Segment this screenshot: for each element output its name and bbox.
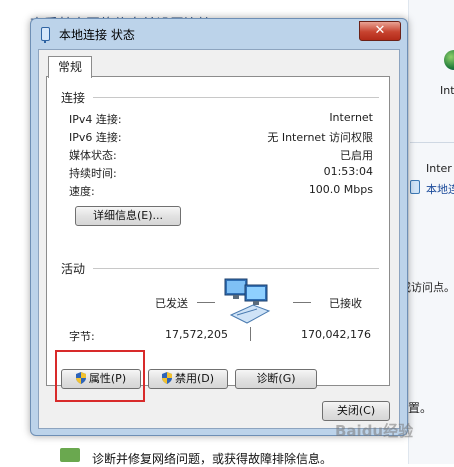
ipv4-connection-label: IPv4 连接:: [69, 113, 122, 126]
background-right-panel: [408, 0, 454, 464]
ipv6-connection-label: IPv6 连接:: [69, 131, 122, 144]
details-button[interactable]: 详细信息(E)...: [75, 206, 181, 226]
connection-group-label: 连接: [61, 89, 86, 106]
background-bottom-text[interactable]: 诊断并修复网络问题，或获得故障排除信息。: [92, 450, 332, 467]
bytes-sent-value: 17,572,205: [165, 328, 228, 341]
speed-value: 100.0 Mbps: [308, 183, 373, 196]
network-activity-icon: [224, 278, 271, 324]
title-close-button[interactable]: ✕: [359, 21, 401, 41]
disable-button[interactable]: 禁用(D): [148, 369, 228, 389]
activity-group-label: 活动: [61, 260, 86, 277]
bytes-label: 字节:: [69, 330, 95, 343]
connection-group-divider: [93, 97, 379, 98]
background-text-settings: 置。: [408, 401, 433, 415]
background-text-int: Int: [440, 84, 454, 97]
activity-group-divider: [93, 268, 379, 269]
troubleshoot-icon: [60, 448, 80, 462]
network-adapter-icon: [410, 180, 420, 194]
background-link-local-connection[interactable]: 本地连: [426, 181, 454, 197]
received-label: 已接收: [329, 297, 362, 310]
activity-divider: [250, 327, 251, 341]
background-separator: [410, 142, 454, 143]
duration-value: 01:53:04: [323, 165, 373, 178]
disable-button-label: 禁用(D): [174, 372, 215, 385]
dialog-title: 本地连接 状态: [59, 28, 135, 42]
red-highlight-box: [55, 350, 145, 402]
dialog-titlebar[interactable]: 本地连接 状态 ✕: [31, 19, 407, 47]
baidu-watermark: Baidu经验: [335, 422, 414, 440]
ipv6-connection-value: 无 Internet 访问权限: [267, 131, 373, 144]
network-plug-icon: [41, 27, 50, 43]
duration-label: 持续时间:: [69, 167, 117, 180]
background-text-access-point: 或访问点。: [400, 281, 454, 294]
sent-label: 已发送: [155, 297, 188, 310]
media-state-label: 媒体状态:: [69, 149, 117, 162]
speed-label: 速度:: [69, 185, 95, 198]
media-state-value: 已启用: [340, 149, 373, 162]
received-dash: [293, 302, 311, 303]
diagnose-button[interactable]: 诊断(G): [235, 369, 317, 389]
general-tab-panel: 连接 IPv4 连接: Internet IPv6 连接: 无 Internet…: [46, 76, 390, 386]
close-button[interactable]: 关闭(C): [322, 401, 390, 421]
bytes-received-value: 170,042,176: [301, 328, 371, 341]
background-text-inter: Inter: [426, 162, 452, 175]
ipv4-connection-value: Internet: [329, 111, 373, 124]
tab-general[interactable]: 常规: [48, 56, 92, 78]
sent-dash: [197, 302, 215, 303]
uac-shield-icon: [161, 372, 172, 384]
